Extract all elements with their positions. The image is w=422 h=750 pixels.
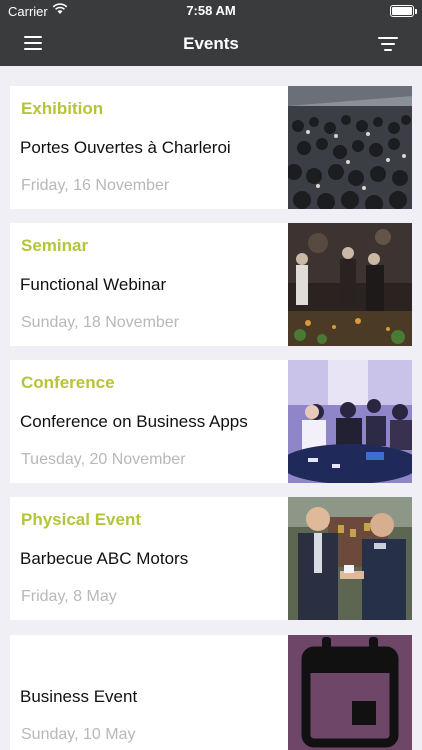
battery-icon xyxy=(390,5,417,17)
event-card[interactable]: Exhibition Portes Ouvertes à Charleroi F… xyxy=(10,86,412,209)
handshake-photo xyxy=(288,497,412,620)
event-name: Conference on Business Apps xyxy=(20,412,248,431)
event-date: Friday, 16 November xyxy=(21,177,170,194)
page-title: Events xyxy=(183,34,239,53)
event-card[interactable]: Conference Conference on Business Apps T… xyxy=(10,360,412,483)
event-category: Conference xyxy=(21,373,115,392)
event-date: Sunday, 18 November xyxy=(21,314,180,331)
event-card[interactable]: Seminar Functional Webinar Sunday, 18 No… xyxy=(10,223,412,346)
navigation-bar: Events xyxy=(0,22,422,66)
event-date: Tuesday, 20 November xyxy=(21,451,186,468)
event-name: Functional Webinar xyxy=(20,275,167,294)
clock: 7:58 AM xyxy=(186,3,236,18)
event-card[interactable]: Business Event Sunday, 10 May xyxy=(10,635,412,750)
event-name: Barbecue ABC Motors xyxy=(20,549,189,568)
event-name: Business Event xyxy=(20,687,138,706)
event-card[interactable]: Physical Event Barbecue ABC Motors Frida… xyxy=(10,497,412,620)
status-bar: Carrier 7:58 AM xyxy=(0,0,422,22)
filter-icon[interactable] xyxy=(378,34,400,54)
event-date: Sunday, 10 May xyxy=(21,726,136,743)
calendar-icon xyxy=(288,635,412,750)
event-category: Seminar xyxy=(21,236,89,255)
conference-photo xyxy=(288,360,412,483)
event-date: Friday, 8 May xyxy=(21,588,117,605)
crowd-photo xyxy=(288,86,412,209)
reception-photo xyxy=(288,223,412,346)
event-category: Physical Event xyxy=(21,510,142,529)
event-name: Portes Ouvertes à Charleroi xyxy=(20,138,231,157)
event-category: Exhibition xyxy=(21,99,104,118)
